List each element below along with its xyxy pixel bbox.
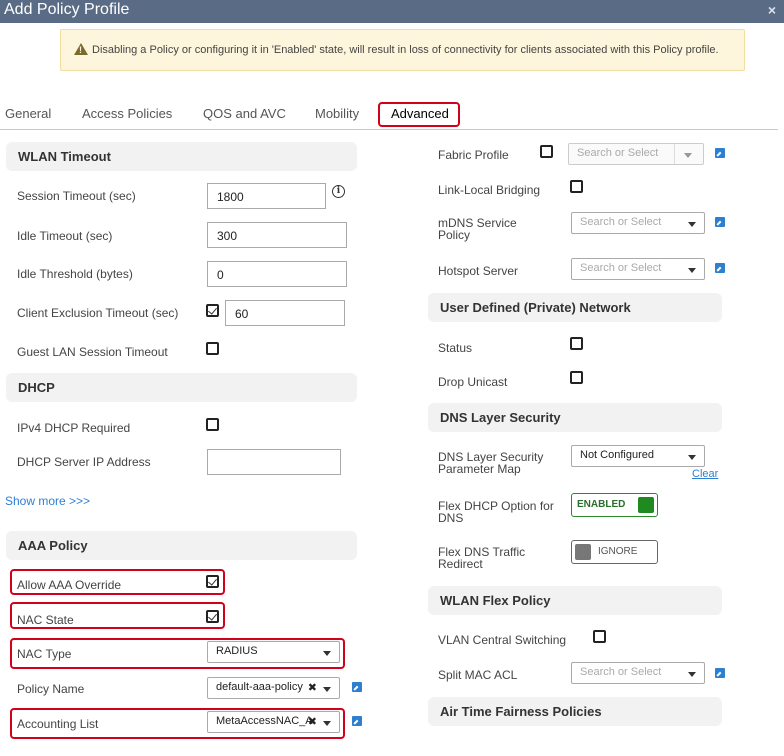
warning-banner: Disabling a Policy or configuring it in … [60, 29, 745, 71]
dns-param-map-label: DNS Layer Security Parameter Map [438, 450, 544, 476]
dns-param-map-select[interactable]: Not Configured [571, 445, 705, 467]
external-link-icon[interactable] [715, 217, 725, 227]
title-bar: Add Policy Profile × [0, 0, 784, 23]
flex-dhcp-toggle[interactable]: ENABLED [571, 493, 658, 517]
chevron-down-icon [688, 268, 696, 273]
chevron-down-icon [688, 672, 696, 677]
dialog-title: Add Policy Profile [4, 1, 130, 18]
show-more-link[interactable]: Show more >>> [5, 494, 90, 508]
nac-type-highlight [10, 638, 345, 669]
air-time-fairness-header: Air Time Fairness Policies [428, 697, 722, 726]
wlan-timeout-header: WLAN Timeout [6, 142, 357, 171]
external-link-icon[interactable] [715, 668, 725, 678]
session-timeout-input[interactable]: 1800 [207, 183, 326, 209]
policy-name-select[interactable]: default-aaa-policy ✖ [207, 677, 340, 699]
chevron-down-icon [684, 153, 692, 158]
fabric-profile-label: Fabric Profile [438, 148, 509, 162]
client-exclusion-label: Client Exclusion Timeout (sec) [17, 306, 179, 320]
ipv4-dhcp-checkbox[interactable] [206, 418, 219, 431]
external-link-icon[interactable] [352, 682, 362, 692]
tab-access-policies[interactable]: Access Policies [82, 106, 172, 121]
vlan-central-switching-checkbox[interactable] [593, 630, 606, 643]
fabric-profile-select[interactable]: Search or Select [568, 143, 704, 165]
guest-lan-checkbox[interactable] [206, 342, 219, 355]
dhcp-server-ip-input[interactable] [207, 449, 341, 475]
client-exclusion-checkbox[interactable] [206, 304, 219, 317]
accounting-list-highlight [10, 708, 345, 739]
external-link-icon[interactable] [352, 716, 362, 726]
chevron-down-icon [323, 687, 331, 692]
tab-qos-and-avc[interactable]: QOS and AVC [203, 106, 286, 121]
idle-threshold-label: Idle Threshold (bytes) [17, 267, 133, 281]
split-mac-acl-label: Split MAC ACL [438, 668, 518, 682]
warning-text: Disabling a Policy or configuring it in … [92, 44, 719, 56]
external-link-icon[interactable] [715, 263, 725, 273]
clear-icon[interactable]: ✖ [308, 681, 317, 694]
dns-layer-security-header: DNS Layer Security [428, 403, 722, 432]
split-mac-acl-placeholder: Search or Select [580, 666, 662, 678]
external-link-icon[interactable] [715, 148, 725, 158]
close-icon[interactable]: × [768, 2, 776, 18]
tab-mobility[interactable]: Mobility [315, 106, 359, 121]
policy-name-label: Policy Name [17, 682, 85, 696]
session-timeout-label: Session Timeout (sec) [17, 189, 136, 203]
udn-header: User Defined (Private) Network [428, 293, 722, 322]
flex-dns-label: Flex DNS Traffic Redirect [438, 545, 526, 571]
guest-lan-label: Guest LAN Session Timeout [17, 345, 168, 359]
warning-icon [74, 43, 88, 55]
clear-link[interactable]: Clear [692, 468, 718, 480]
link-local-bridging-checkbox[interactable] [570, 180, 583, 193]
split-mac-acl-select[interactable]: Search or Select [571, 662, 705, 684]
nac-state-highlight [10, 602, 225, 629]
wlan-flex-policy-header: WLAN Flex Policy [428, 586, 722, 615]
client-exclusion-input[interactable]: 60 [225, 300, 345, 326]
hotspot-server-select[interactable]: Search or Select [571, 258, 705, 280]
chevron-down-icon [688, 222, 696, 227]
mdns-policy-label: mDNS Service Policy [438, 216, 517, 242]
mdns-policy-placeholder: Search or Select [580, 216, 662, 228]
dhcp-header: DHCP [6, 373, 357, 402]
chevron-down-icon [688, 455, 696, 460]
drop-unicast-checkbox[interactable] [570, 371, 583, 384]
allow-aaa-override-highlight [10, 569, 225, 595]
fabric-profile-placeholder: Search or Select [577, 147, 659, 159]
vlan-central-switching-label: VLAN Central Switching [438, 633, 567, 647]
aaa-policy-header: AAA Policy [6, 531, 357, 560]
flex-dhcp-state: ENABLED [577, 499, 626, 510]
info-icon[interactable]: i [332, 185, 345, 198]
idle-timeout-input[interactable]: 300 [207, 222, 347, 248]
mdns-policy-select[interactable]: Search or Select [571, 212, 705, 234]
idle-timeout-label: Idle Timeout (sec) [17, 229, 113, 243]
fabric-profile-checkbox[interactable] [540, 145, 553, 158]
flex-dns-toggle[interactable]: IGNORE [571, 540, 658, 564]
status-label: Status [438, 341, 473, 355]
hotspot-server-label: Hotspot Server [438, 264, 519, 278]
policy-name-value: default-aaa-policy [216, 681, 303, 693]
hotspot-server-placeholder: Search or Select [580, 262, 662, 274]
drop-unicast-label: Drop Unicast [438, 375, 508, 389]
idle-threshold-input[interactable]: 0 [207, 261, 347, 287]
flex-dns-state: IGNORE [598, 546, 638, 557]
tab-general[interactable]: General [5, 106, 51, 121]
dns-param-map-value: Not Configured [580, 449, 654, 461]
status-checkbox[interactable] [570, 337, 583, 350]
dhcp-server-ip-label: DHCP Server IP Address [17, 455, 151, 469]
flex-dhcp-label: Flex DHCP Option for DNS [438, 499, 554, 525]
link-local-bridging-label: Link-Local Bridging [438, 183, 541, 197]
advanced-tab-highlight [378, 102, 460, 127]
ipv4-dhcp-label: IPv4 DHCP Required [17, 421, 131, 435]
